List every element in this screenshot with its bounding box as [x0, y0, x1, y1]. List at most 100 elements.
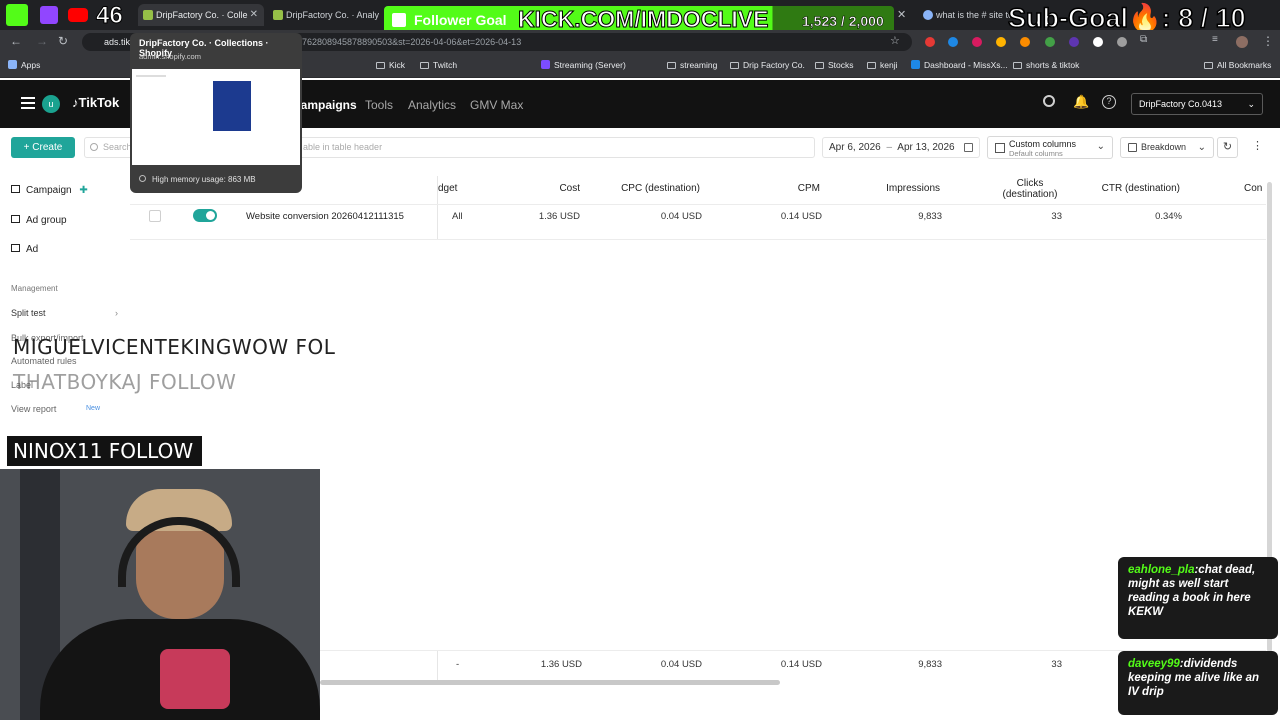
star-icon[interactable]: ☆ [890, 34, 900, 47]
total-budget-cell: - [456, 659, 460, 670]
sidebar-item-ad-group[interactable]: Ad group [11, 215, 67, 226]
chat-message: daveey99:dividends keeping me alive like… [1118, 651, 1278, 715]
date-start: Apr 6, 2026 [829, 142, 881, 153]
status-toggle[interactable] [193, 209, 217, 222]
create-button[interactable]: + Create [11, 137, 75, 158]
close-icon[interactable]: ✕ [250, 4, 258, 26]
custom-columns-dropdown[interactable]: Custom columns Default columns ⌄ [987, 136, 1113, 159]
shopify-icon [143, 10, 153, 20]
sidebar-item-campaign[interactable]: Campaign ✚ [11, 185, 88, 196]
sidebar-item-split-test[interactable]: Split test [11, 308, 46, 318]
bell-icon[interactable]: 🔔 [1073, 94, 1089, 110]
breakdown-dropdown[interactable]: Breakdown ⌄ [1120, 137, 1214, 158]
folder-icon [420, 62, 429, 69]
help-icon[interactable]: ? [1102, 95, 1116, 109]
bookmark-streaming[interactable]: streaming [667, 60, 717, 70]
chat-username: daveey99 [1128, 658, 1180, 670]
bookmark-label: All Bookmarks [1217, 60, 1272, 70]
extension-icon[interactable] [948, 37, 958, 47]
total-impressions-cell: 9,833 [918, 659, 942, 670]
more-icon[interactable]: ⋮ [1262, 34, 1274, 48]
account-selector[interactable]: DripFactory Co.0413 ⌄ [1131, 93, 1263, 115]
date-range-picker[interactable]: Apr 6, 2026 – Apr 13, 2026 [822, 137, 980, 158]
custom-columns-sub: Default columns [1009, 149, 1063, 158]
extension-icon[interactable] [1020, 37, 1030, 47]
bookmark-kenji[interactable]: kenji [867, 60, 897, 70]
bookmark-shorts-tiktok[interactable]: shorts & tiktok [1013, 60, 1079, 70]
bookmark-twitch[interactable]: Twitch [420, 60, 457, 70]
add-icon[interactable]: ✚ [79, 185, 87, 196]
bookmark-label: Apps [21, 60, 41, 70]
bookmark-label: streaming [680, 60, 718, 70]
more-options-icon[interactable]: ⋮ [1247, 137, 1268, 158]
column-header-impressions[interactable]: Impressions [860, 183, 940, 194]
horizontal-scrollbar[interactable] [320, 680, 780, 685]
cpc-cell: 0.04 USD [660, 211, 702, 222]
column-header-cpc[interactable]: CPC (destination) [600, 183, 700, 194]
sidebar-item-view-report[interactable]: View report [11, 404, 56, 414]
column-header-conversions[interactable]: Con [1244, 183, 1262, 194]
tab-hover-preview: DripFactory Co. · Collections · Shopify … [130, 33, 302, 193]
preview-domain: admin.shopify.com [139, 52, 201, 61]
kick-logo-icon [392, 13, 406, 27]
extension-icon[interactable] [1117, 37, 1127, 47]
tiktok-logo: ♪TikTok [72, 95, 119, 110]
refresh-icon[interactable]: ↻ [1217, 137, 1238, 158]
sidebar-label: Ad [26, 244, 39, 255]
column-header-cost[interactable]: Cost [520, 183, 580, 194]
back-icon[interactable]: ← [10, 34, 22, 48]
row-checkbox[interactable] [149, 210, 161, 222]
tab-label: DripFactory Co. · Colle [156, 10, 248, 20]
menu-icon[interactable] [21, 97, 35, 109]
bookmark-streaming-server[interactable]: Streaming (Server) [541, 60, 626, 70]
close-icon[interactable]: ✕ [897, 8, 906, 21]
bookmark-label: Streaming (Server) [554, 60, 626, 70]
extension-icon[interactable] [996, 37, 1006, 47]
youtube-logo-icon [68, 8, 88, 22]
profile-avatar[interactable] [1236, 36, 1248, 48]
preview-thumbnail [132, 69, 300, 165]
tab-shopify-collections[interactable]: DripFactory Co. · Colle ✕ [138, 4, 264, 26]
chat-username: eahlone_pla [1128, 564, 1195, 576]
extension-icon[interactable] [1093, 37, 1103, 47]
nav-tools[interactable]: Tools [365, 98, 393, 112]
folder-icon [815, 62, 824, 69]
bookmark-kick[interactable]: Kick [376, 60, 405, 70]
chevron-right-icon: › [115, 308, 118, 318]
column-header-budget[interactable]: dget [438, 183, 457, 194]
bookmark-label: kenji [880, 60, 898, 70]
bookmark-all[interactable]: All Bookmarks [1204, 60, 1271, 70]
user-avatar[interactable]: u [42, 95, 60, 113]
campaign-name-link[interactable]: Website conversion 20260412111315 [246, 211, 404, 222]
column-header-clicks[interactable]: Clicks (destination) [1000, 178, 1060, 200]
nav-analytics[interactable]: Analytics [408, 98, 456, 112]
nav-gmv-max[interactable]: GMV Max [470, 98, 523, 112]
bookmark-drip-factory[interactable]: Drip Factory Co. [730, 60, 805, 70]
tab-search-icon[interactable]: ≡ [1212, 34, 1218, 45]
column-header-ctr[interactable]: CTR (destination) [1080, 183, 1180, 194]
extension-icon[interactable] [1069, 37, 1079, 47]
extension-icon[interactable] [925, 37, 935, 47]
bookmark-stocks[interactable]: Stocks [815, 60, 854, 70]
url-rest: 762808945878890503&st=2026-04-06&et=2026… [302, 37, 522, 47]
bookmark-apps[interactable]: Apps [8, 60, 40, 70]
kick-url: KICK.COM/IMDOCLIVE [517, 6, 769, 33]
forward-icon[interactable]: → [36, 34, 48, 48]
extension-icon[interactable] [1045, 37, 1055, 47]
bookmark-dashboard[interactable]: Dashboard - MissXs... [911, 60, 1008, 70]
search-icon[interactable] [1043, 95, 1055, 107]
tab-shopify-analytics[interactable]: DripFactory Co. · Analy [268, 4, 380, 26]
search-icon [90, 143, 98, 151]
reload-icon[interactable]: ↻ [58, 34, 68, 48]
folder-icon [11, 215, 20, 223]
extensions-puzzle-icon[interactable]: ⧉ [1140, 34, 1147, 45]
columns-icon [995, 143, 1005, 153]
sidebar-item-ad[interactable]: Ad [11, 244, 38, 255]
breakdown-icon [1128, 143, 1137, 152]
chevron-down-icon: ⌄ [1247, 99, 1255, 109]
tab-search[interactable]: what is the # site to [918, 4, 1010, 26]
column-header-cpm[interactable]: CPM [760, 183, 820, 194]
bookmark-label: Kick [389, 60, 406, 70]
bookmark-label: Drip Factory Co. [743, 60, 805, 70]
extension-icon[interactable] [972, 37, 982, 47]
